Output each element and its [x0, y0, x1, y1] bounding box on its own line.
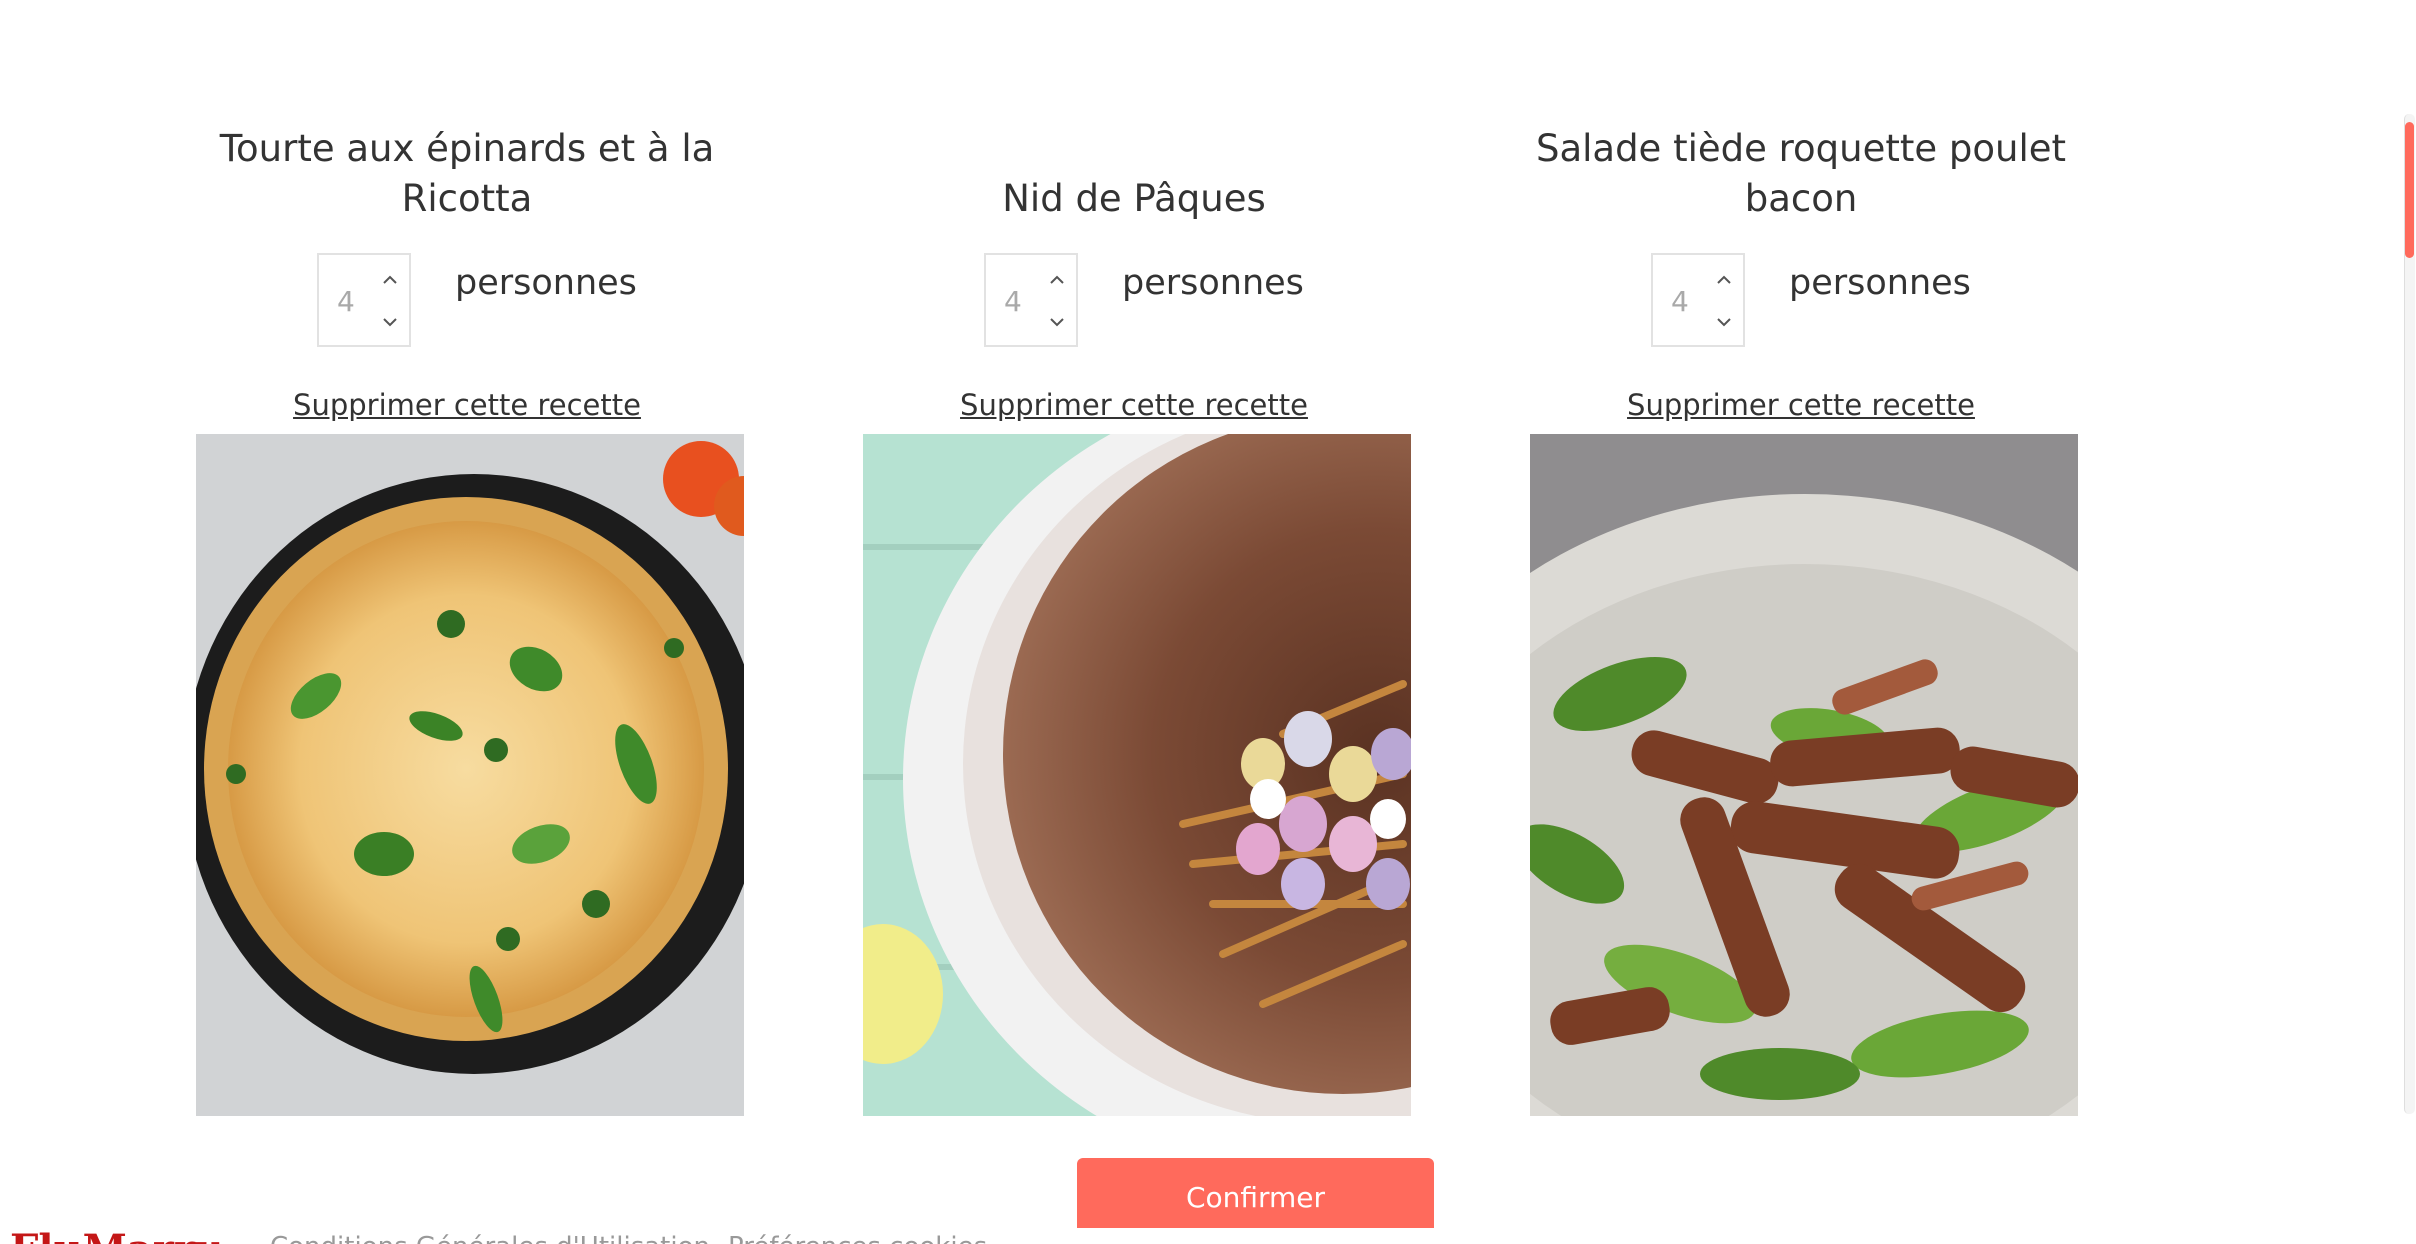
remove-recipe-link[interactable]: Supprimer cette recette	[854, 388, 1414, 422]
servings-control: 4 personnes	[317, 253, 637, 349]
chevron-up-icon[interactable]	[379, 269, 401, 291]
servings-stepper[interactable]: 4	[317, 253, 411, 347]
remove-recipe-link[interactable]: Supprimer cette recette	[187, 388, 747, 422]
chevron-up-icon[interactable]	[1046, 269, 1068, 291]
recipe-title: Salade tiède roquette poulet bacon	[1535, 127, 2067, 220]
servings-label: personnes	[1122, 263, 1304, 303]
footer-logo[interactable]: FluMarry	[10, 1230, 218, 1244]
footer-link-cookies[interactable]: Préférences cookies	[728, 1232, 987, 1244]
servings-label: personnes	[1789, 263, 1971, 303]
servings-value[interactable]: 4	[1671, 285, 1689, 318]
scrollbar-thumb[interactable]	[2405, 122, 2414, 258]
chevron-down-icon[interactable]	[1046, 311, 1068, 333]
servings-label: personnes	[455, 263, 637, 303]
recipe-title: Nid de Pâques	[1002, 177, 1266, 220]
remove-recipe-link[interactable]: Supprimer cette recette	[1521, 388, 2081, 422]
recipe-photo-salade[interactable]	[1530, 434, 2078, 1116]
servings-value[interactable]: 4	[1004, 285, 1022, 318]
meal-planner-page: Tourte aux épinards et à la Ricotta 4 pe…	[0, 0, 2416, 1244]
recipe-photo-nid[interactable]	[863, 434, 1411, 1116]
servings-value[interactable]: 4	[337, 285, 355, 318]
confirm-button[interactable]: Confirmer	[1077, 1158, 1434, 1228]
scrollbar-track[interactable]	[2404, 114, 2415, 1114]
servings-stepper[interactable]: 4	[984, 253, 1078, 347]
servings-control: 4 personnes	[984, 253, 1304, 349]
servings-stepper[interactable]: 4	[1651, 253, 1745, 347]
chevron-down-icon[interactable]	[1713, 311, 1735, 333]
recipe-photo-tourte[interactable]	[196, 434, 744, 1116]
chevron-up-icon[interactable]	[1713, 269, 1735, 291]
chevron-down-icon[interactable]	[379, 311, 401, 333]
recipe-title: Tourte aux épinards et à la Ricotta	[219, 127, 715, 220]
footer: FluMarry Conditions Générales d'Utilisat…	[0, 1226, 1100, 1244]
footer-link-cgu[interactable]: Conditions Générales d'Utilisation	[270, 1232, 710, 1244]
servings-control: 4 personnes	[1651, 253, 1971, 349]
